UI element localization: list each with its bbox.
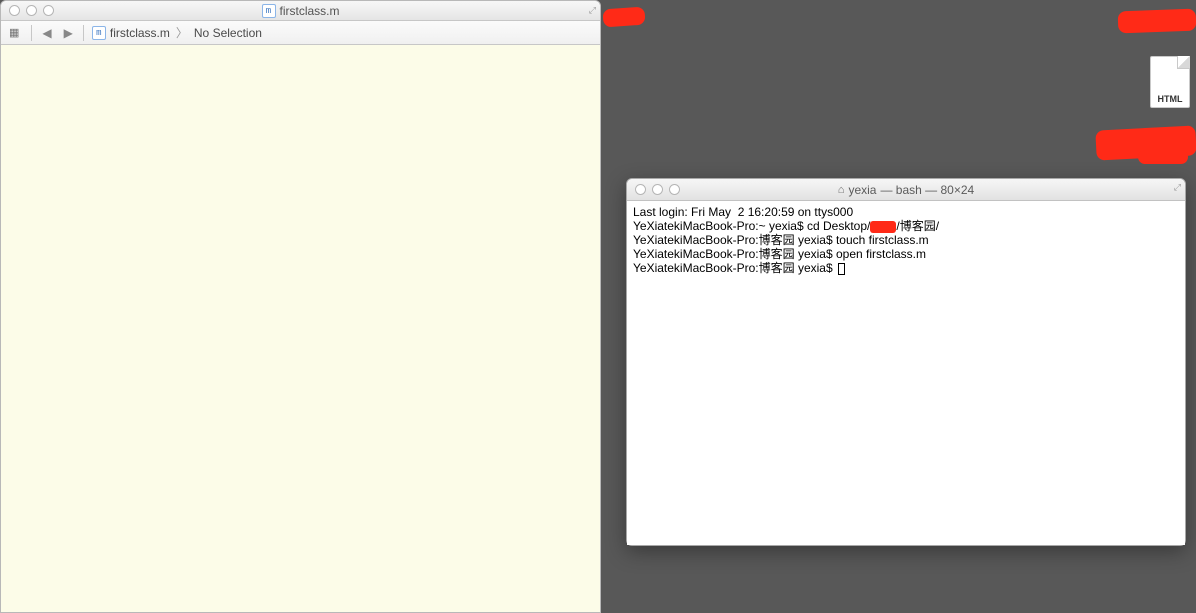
desktop-redaction-2	[1118, 9, 1196, 34]
editor-titlebar[interactable]: m firstclass.m ⤢	[1, 1, 600, 21]
fullscreen-icon[interactable]: ⤢	[589, 5, 596, 16]
editor-window: m firstclass.m ⤢ ▦ ◀ ▶ m firstclass.m 〉 …	[0, 0, 601, 613]
editor-content-area[interactable]	[1, 45, 600, 612]
chevron-right-icon: 〉	[174, 24, 190, 41]
terminal-titlebar[interactable]: ⌂ yexia — bash — 80×24 ⤢	[627, 179, 1185, 201]
terminal-content-area[interactable]: Last login: Fri May 2 16:20:59 on ttys00…	[627, 201, 1185, 545]
separator	[83, 25, 84, 41]
terminal-text: YeXiatekiMacBook-Pro:~ yexia$ cd Desktop…	[633, 219, 870, 233]
terminal-line: YeXiatekiMacBook-Pro:~ yexia$ cd Desktop…	[633, 219, 1179, 233]
nav-back-button[interactable]: ◀	[36, 26, 57, 40]
close-button[interactable]	[9, 5, 20, 16]
terminal-cursor	[838, 263, 845, 275]
terminal-line: YeXiatekiMacBook-Pro:博客园 yexia$	[633, 261, 1179, 275]
desktop-file-label: HTML	[1158, 94, 1183, 104]
related-items-icon[interactable]: ▦	[9, 26, 19, 39]
terminal-redaction	[870, 221, 896, 233]
desktop-redaction-1	[602, 7, 645, 28]
breadcrumb-selection[interactable]: No Selection	[190, 26, 266, 40]
breadcrumb-file[interactable]: m firstclass.m	[88, 26, 174, 40]
terminal-title-user: yexia	[848, 183, 876, 197]
home-icon: ⌂	[838, 184, 845, 196]
minimize-button[interactable]	[652, 184, 663, 195]
file-type-m-icon: m	[92, 26, 106, 40]
terminal-traffic-lights	[635, 184, 680, 195]
terminal-title: ⌂ yexia — bash — 80×24	[627, 183, 1185, 197]
zoom-button[interactable]	[43, 5, 54, 16]
nav-forward-button[interactable]: ▶	[58, 26, 79, 40]
terminal-line: Last login: Fri May 2 16:20:59 on ttys00…	[633, 205, 1179, 219]
desktop-redaction-3b	[1138, 150, 1188, 164]
minimize-button[interactable]	[26, 5, 37, 16]
close-button[interactable]	[635, 184, 646, 195]
separator	[31, 25, 32, 41]
editor-traffic-lights	[9, 5, 54, 16]
editor-title: m firstclass.m	[1, 4, 600, 18]
zoom-button[interactable]	[669, 184, 680, 195]
editor-title-text: firstclass.m	[280, 4, 340, 18]
fullscreen-icon[interactable]: ⤢	[1174, 182, 1181, 193]
desktop-file-html[interactable]: HTML	[1150, 56, 1190, 108]
jump-bar: ▦ ◀ ▶ m firstclass.m 〉 No Selection	[1, 21, 600, 45]
breadcrumb-file-label: firstclass.m	[110, 26, 170, 40]
terminal-text: /博客园/	[896, 219, 939, 233]
terminal-line: YeXiatekiMacBook-Pro:博客园 yexia$ touch fi…	[633, 233, 1179, 247]
breadcrumb-selection-label: No Selection	[194, 26, 262, 40]
file-type-m-icon: m	[262, 4, 276, 18]
terminal-line: YeXiatekiMacBook-Pro:博客园 yexia$ open fir…	[633, 247, 1179, 261]
terminal-title-rest: — bash — 80×24	[880, 183, 974, 197]
terminal-window: ⌂ yexia — bash — 80×24 ⤢ Last login: Fri…	[626, 178, 1186, 546]
terminal-prompt: YeXiatekiMacBook-Pro:博客园 yexia$	[633, 261, 836, 275]
